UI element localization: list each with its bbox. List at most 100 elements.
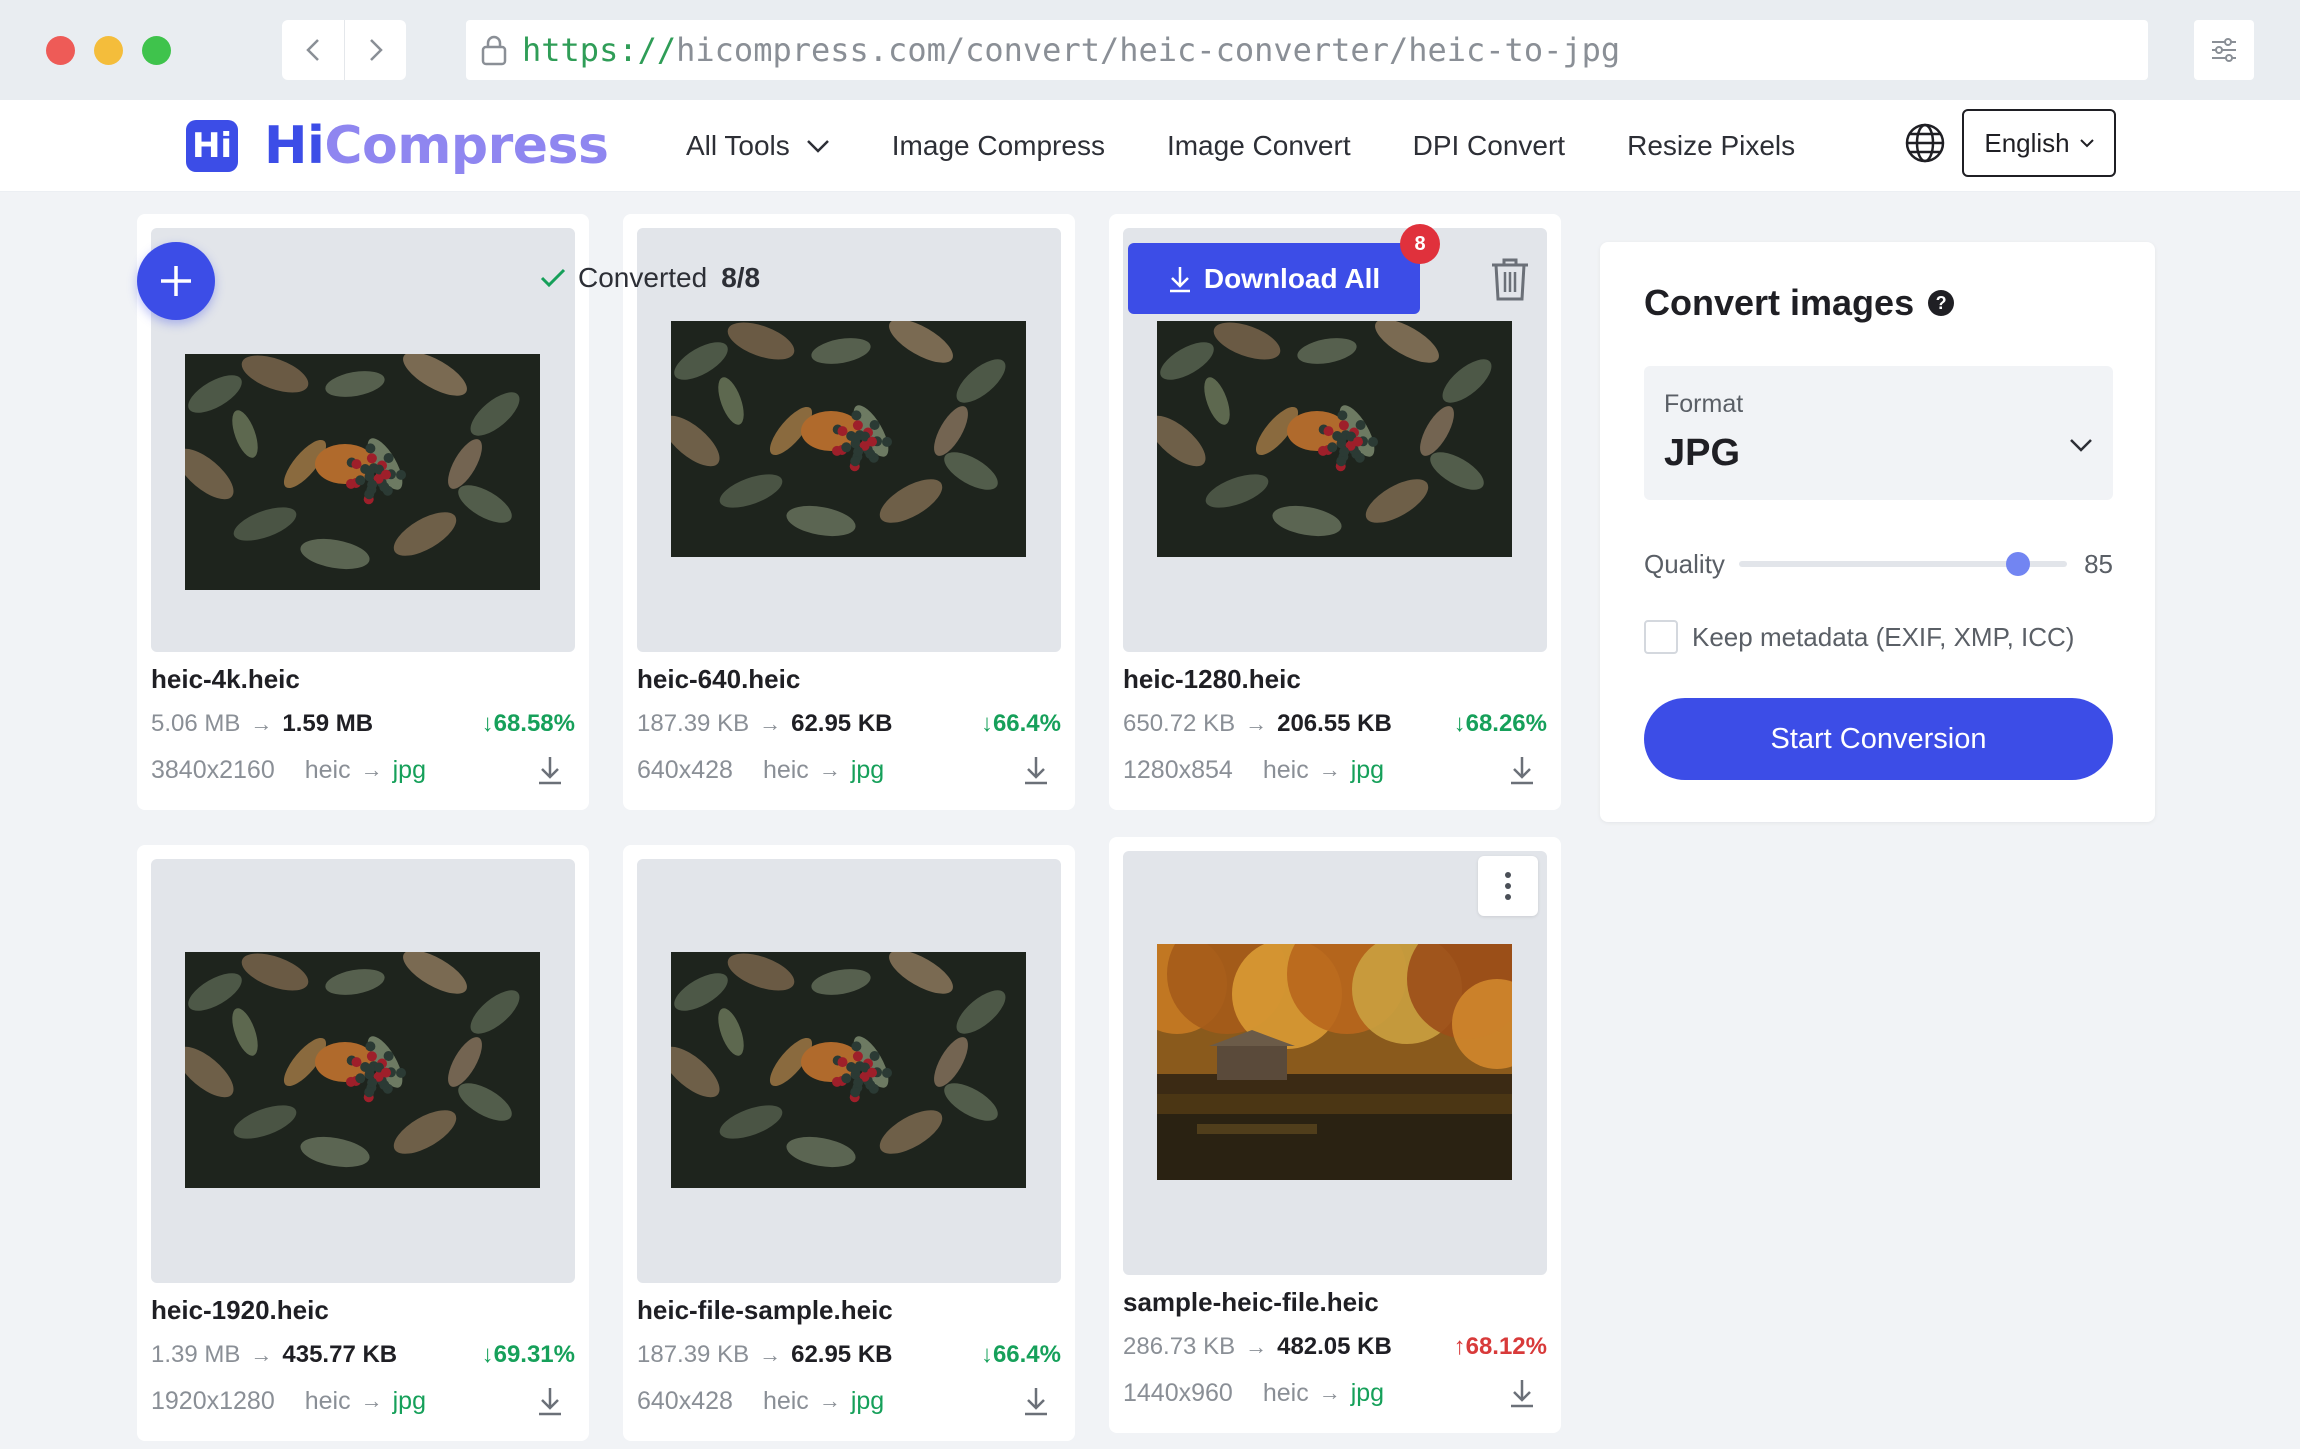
minimize-window-button[interactable] <box>94 36 123 65</box>
berries-leaves-photo <box>1157 321 1512 557</box>
target-format: jpg <box>392 755 426 784</box>
history-nav <box>282 20 406 80</box>
file-size-row: 187.39 KB → 62.95 KB ↓66.4% <box>637 1341 1061 1369</box>
language-select[interactable]: English <box>1962 109 2116 177</box>
logo-text: HiCompress <box>264 116 609 176</box>
file-card[interactable]: sample-heic-file.heic 286.73 KB → 482.05 KB… <box>1109 837 1561 1433</box>
format-select[interactable]: Format JPG <box>1644 366 2113 500</box>
download-icon[interactable] <box>537 755 563 785</box>
source-format: heic <box>1262 755 1309 784</box>
autumn-lake-cabin-photo <box>1157 944 1512 1180</box>
berries-leaves-photo <box>671 321 1026 557</box>
nav-image-compress[interactable]: Image Compress <box>892 130 1105 162</box>
check-icon <box>540 268 566 288</box>
keep-metadata-row[interactable]: Keep metadata (EXIF, XMP, ICC) <box>1644 620 2074 654</box>
plus-icon <box>161 266 191 296</box>
arrow-right-icon: → <box>1245 1334 1268 1359</box>
nav-resize-pixels[interactable]: Resize Pixels <box>1627 130 1795 162</box>
size-change-percent: 66.4% <box>992 1341 1061 1368</box>
panel-title-text: Convert images <box>1644 282 1915 323</box>
file-size-row: 650.72 KB → 206.55 KB ↓68.26% <box>1123 710 1547 738</box>
original-size: 187.39 KB <box>637 1341 750 1368</box>
download-icon[interactable] <box>537 1386 563 1416</box>
file-name: heic-file-sample.heic <box>637 1295 893 1325</box>
maximize-window-button[interactable] <box>142 36 171 65</box>
download-icon[interactable] <box>1023 1386 1049 1416</box>
quality-slider[interactable] <box>1738 552 2067 576</box>
globe-icon[interactable] <box>1904 122 1946 164</box>
target-format: jpg <box>392 1386 426 1415</box>
arrow-right-icon: → <box>1245 711 1268 736</box>
download-icon[interactable] <box>1509 755 1535 785</box>
main-nav: All Tools Image Compress Image Convert D… <box>686 124 1795 168</box>
close-window-button[interactable] <box>46 36 75 65</box>
converted-size: 482.05 KB <box>1277 1333 1392 1360</box>
download-icon[interactable] <box>1509 1378 1535 1408</box>
converted-count: 8/8 <box>721 262 761 293</box>
target-format: jpg <box>1350 1378 1385 1407</box>
download-all-button[interactable]: Download All <box>1128 243 1420 314</box>
back-button[interactable] <box>282 20 344 80</box>
nav-all-tools[interactable]: All Tools <box>686 130 830 162</box>
file-card[interactable]: heic-1920.heic 1.39 MB → 435.77 KB ↓69.31% 19… <box>137 845 589 1441</box>
start-conversion-button[interactable]: Start Conversion <box>1644 698 2113 780</box>
quality-slider-thumb[interactable] <box>2005 552 2030 576</box>
add-files-button[interactable] <box>137 242 215 320</box>
address-bar[interactable]: https://hicompress.com/convert/heic-conv… <box>466 20 2148 80</box>
size-change: ↑68.12% <box>1454 1333 1547 1361</box>
file-card[interactable]: heic-640.heic 187.39 KB → 62.95 KB ↓66.4% 640… <box>623 214 1075 810</box>
arrow-right-icon: → <box>250 711 273 736</box>
chevron-right-icon <box>369 39 383 61</box>
site-header: Hi HiCompress All Tools Image Compress I… <box>0 100 2300 192</box>
original-size: 650.72 KB <box>1123 710 1236 737</box>
download-icon <box>1169 266 1190 292</box>
panel-title: Convert images ? <box>1644 282 1955 324</box>
file-meta-row: 640x428 heic → jpg <box>637 1386 1061 1416</box>
file-name: heic-1280.heic <box>1123 664 1301 694</box>
image-dimensions: 1440x960 <box>1123 1378 1233 1407</box>
berries-leaves-photo <box>671 952 1026 1188</box>
nav-dpi-convert[interactable]: DPI Convert <box>1413 130 1566 162</box>
file-meta-row: 3840x2160 heic → jpg <box>151 755 575 785</box>
chevron-down-icon <box>2079 138 2094 147</box>
file-meta-row: 1280x854 heic → jpg <box>1123 755 1547 785</box>
logo[interactable]: Hi HiCompress <box>186 116 609 176</box>
source-format: heic <box>304 1386 351 1415</box>
more-vertical-icon <box>1505 872 1511 900</box>
logo-text-compress: Compress <box>324 116 609 176</box>
file-thumbnail[interactable] <box>637 859 1061 1283</box>
download-icon[interactable] <box>1023 755 1049 785</box>
file-thumbnail[interactable] <box>151 859 575 1283</box>
trash-icon[interactable] <box>1490 256 1530 302</box>
file-name: heic-640.heic <box>637 664 801 694</box>
question-icon[interactable]: ? <box>1928 290 1955 316</box>
size-change: ↓66.4% <box>981 710 1061 738</box>
quality-label: Quality <box>1644 548 1725 579</box>
more-options-button[interactable] <box>1478 856 1538 916</box>
original-size: 286.73 KB <box>1123 1333 1236 1360</box>
file-name: sample-heic-file.heic <box>1123 1287 1379 1317</box>
lock-icon <box>481 35 507 66</box>
format-label: Format <box>1664 390 1744 418</box>
arrow-down-icon: ↓ <box>481 1341 494 1368</box>
arrow-right-icon: → <box>360 1388 383 1413</box>
image-dimensions: 640x428 <box>637 1386 733 1415</box>
logo-mark: Hi <box>186 120 238 172</box>
file-meta-row: 640x428 heic → jpg <box>637 755 1061 785</box>
converted-size: 1.59 MB <box>282 710 374 737</box>
browser-settings-button[interactable] <box>2194 20 2254 80</box>
forward-button[interactable] <box>344 20 406 80</box>
quality-value: 85 <box>2084 548 2113 579</box>
nav-image-convert[interactable]: Image Convert <box>1167 130 1351 162</box>
file-thumbnail[interactable] <box>151 228 575 652</box>
arrow-down-icon: ↓ <box>980 1341 993 1368</box>
berries-leaves-photo <box>185 354 540 590</box>
browser-chrome: https://hicompress.com/convert/heic-conv… <box>0 0 2300 100</box>
target-format: jpg <box>850 755 885 784</box>
keep-metadata-checkbox[interactable] <box>1644 620 1678 654</box>
file-card[interactable]: heic-file-sample.heic 187.39 KB → 62.95 KB ↓… <box>623 845 1075 1441</box>
size-change: ↓68.58% <box>482 710 575 738</box>
size-change: ↓68.26% <box>1454 710 1547 738</box>
target-format: jpg <box>1350 755 1385 784</box>
chevron-down-icon <box>2070 439 2092 452</box>
